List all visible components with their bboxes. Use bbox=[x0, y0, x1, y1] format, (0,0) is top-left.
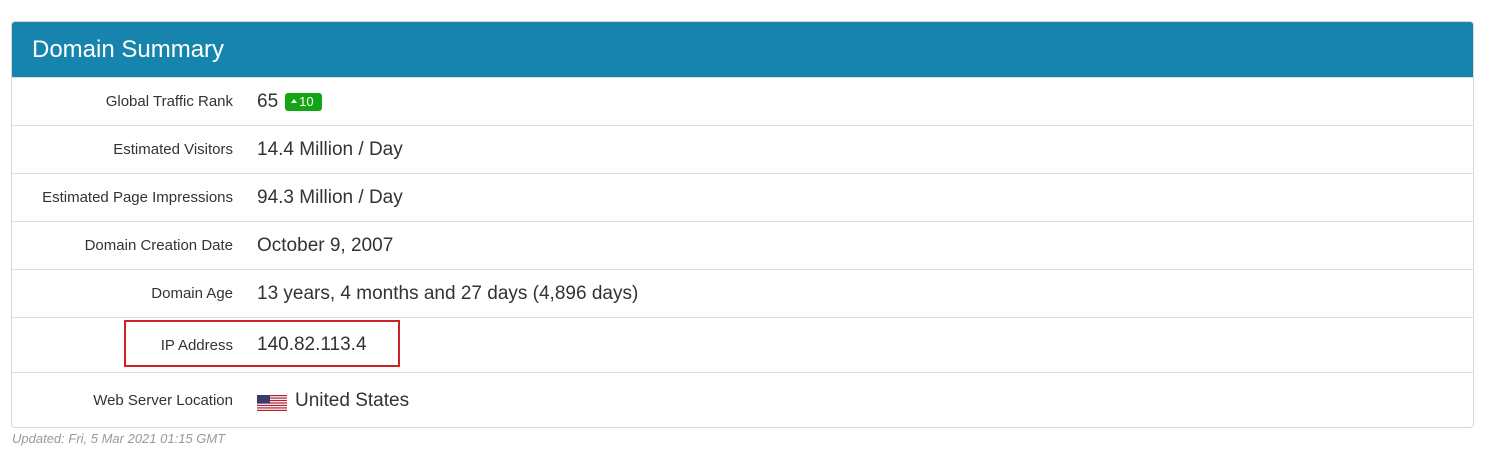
row-label: Global Traffic Rank bbox=[105, 93, 233, 110]
row-label: Domain Creation Date bbox=[84, 237, 233, 254]
row-ip-address: IP Address 140.82.113.4 bbox=[12, 317, 1473, 372]
row-label: Estimated Visitors bbox=[113, 141, 233, 158]
row-value: 65 10 bbox=[257, 78, 1463, 125]
arrow-up-icon bbox=[291, 98, 298, 103]
row-web-server-location: Web Server Location United States bbox=[12, 372, 1473, 427]
row-estimated-page-impressions: Estimated Page Impressions 94.3 Million … bbox=[12, 173, 1473, 221]
row-value: 140.82.113.4 bbox=[257, 334, 367, 355]
us-flag-icon bbox=[257, 394, 287, 411]
row-domain-age: Domain Age 13 years, 4 months and 27 day… bbox=[12, 269, 1473, 317]
row-label: Domain Age bbox=[151, 285, 233, 302]
rank-change-value: 10 bbox=[299, 94, 314, 109]
domain-summary-panel: Domain Summary Global Traffic Rank 65 10… bbox=[11, 21, 1474, 428]
row-label: IP Address bbox=[160, 336, 233, 354]
row-label: Estimated Page Impressions bbox=[42, 189, 233, 206]
row-value: United States bbox=[257, 373, 1463, 427]
row-domain-creation-date: Domain Creation Date October 9, 2007 bbox=[12, 221, 1473, 269]
row-value: 94.3 Million / Day bbox=[257, 186, 403, 208]
panel-title: Domain Summary bbox=[12, 22, 1473, 77]
row-global-traffic-rank: Global Traffic Rank 65 10 bbox=[12, 77, 1473, 125]
server-location-value: United States bbox=[295, 389, 410, 411]
row-estimated-visitors: Estimated Visitors 14.4 Million / Day bbox=[12, 125, 1473, 173]
rank-change-badge: 10 bbox=[285, 92, 322, 111]
row-label: Web Server Location bbox=[93, 392, 233, 409]
updated-timestamp: Updated: Fri, 5 Mar 2021 01:15 GMT bbox=[12, 431, 226, 446]
row-value: 13 years, 4 months and 27 days (4,896 da… bbox=[257, 282, 639, 304]
row-value: October 9, 2007 bbox=[257, 234, 394, 256]
traffic-rank-value: 65 bbox=[257, 90, 279, 112]
row-value: 14.4 Million / Day bbox=[257, 138, 403, 160]
